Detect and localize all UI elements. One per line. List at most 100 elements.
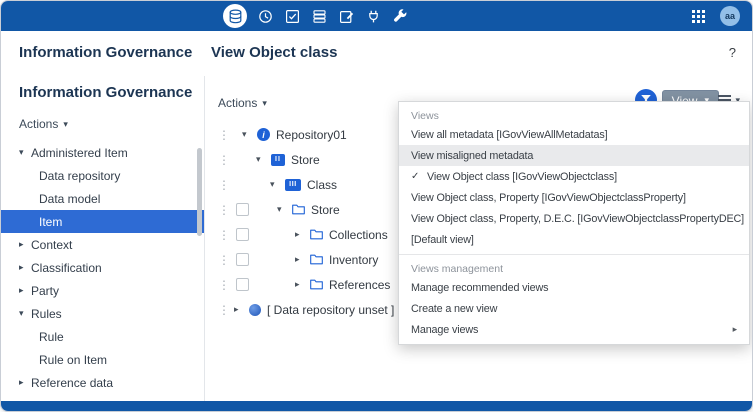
store-type-icon: [271, 154, 285, 166]
drag-handle-icon[interactable]: [218, 179, 232, 191]
drag-handle-icon[interactable]: [218, 154, 232, 166]
sidebar-item-party[interactable]: Party: [1, 279, 204, 302]
sidebar-item-classification[interactable]: Classification: [1, 256, 204, 279]
menu-item-label: View Object class, Property, D.E.C. [IGo…: [411, 213, 744, 225]
tree-node-label: Inventory: [329, 253, 378, 267]
chevron-right-icon[interactable]: [19, 240, 31, 249]
menu-item-create-a-new-view[interactable]: Create a new view: [399, 298, 749, 319]
sidebar-item-reference-data[interactable]: Reference data: [1, 371, 204, 394]
menu-item-label: View misaligned metadata: [411, 150, 533, 162]
help-button[interactable]: ?: [729, 45, 736, 60]
drag-handle-icon[interactable]: [218, 279, 232, 291]
tree-node-label: Collections: [329, 228, 388, 242]
sidebar-item-rules[interactable]: Rules: [1, 302, 204, 325]
check-square-icon[interactable]: [283, 7, 301, 25]
database-catalog-icon[interactable]: [223, 4, 247, 28]
menu-item-label: [Default view]: [411, 234, 474, 246]
app-grid-icon[interactable]: [689, 7, 707, 25]
drag-handle-icon[interactable]: [218, 229, 232, 241]
chevron-down-icon[interactable]: [277, 205, 288, 214]
chevron-down-icon[interactable]: [19, 148, 31, 157]
menu-item-manage-recommended-views[interactable]: Manage recommended views: [399, 277, 749, 298]
folder-icon: [292, 204, 305, 215]
menu-item-label: Manage views: [411, 324, 478, 336]
wrench-icon[interactable]: [391, 7, 409, 25]
avatar[interactable]: aa: [720, 6, 740, 26]
sidebar-nav: Administered Item Data repository Data m…: [1, 141, 204, 394]
edit-square-icon[interactable]: [337, 7, 355, 25]
top-nav-right: aa: [689, 1, 740, 31]
drag-handle-icon[interactable]: [218, 304, 232, 316]
menu-item-manage-views[interactable]: Manage views: [399, 319, 749, 340]
app-window: aa Information Governance View Object cl…: [0, 0, 753, 412]
chevron-down-icon[interactable]: [256, 155, 267, 164]
chevron-down-icon[interactable]: [19, 309, 31, 318]
sidebar-item-administered-item[interactable]: Administered Item: [1, 141, 204, 164]
menu-item-view-all-metadata[interactable]: View all metadata [IGovViewAllMetadatas]: [399, 124, 749, 145]
tree-node-label: [ Data repository unset ]: [267, 303, 394, 317]
tree-node-label: Store: [311, 203, 340, 217]
tree-node-label: Class: [307, 178, 337, 192]
sidebar-item-data-model[interactable]: Data model: [1, 187, 204, 210]
sidebar-item-rule[interactable]: Rule: [1, 325, 204, 348]
sidebar-actions-button[interactable]: Actions: [19, 117, 75, 131]
menu-item-label: Manage recommended views: [411, 282, 548, 294]
sidebar-item-context[interactable]: Context: [1, 233, 204, 256]
page-title: View Object class: [211, 44, 337, 61]
tree-node-label: Store: [291, 153, 320, 167]
sidebar-item-label: Reference data: [31, 376, 113, 390]
chevron-down-icon: [262, 99, 274, 108]
clock-icon[interactable]: [256, 7, 274, 25]
bottom-bar: [1, 401, 752, 411]
sidebar-item-label: Party: [31, 284, 59, 298]
sidebar-item-data-repository[interactable]: Data repository: [1, 164, 204, 187]
sidebar-actions-label: Actions: [19, 117, 58, 131]
sidebar-item-label: Rule on Item: [39, 353, 107, 367]
drag-handle-icon[interactable]: [218, 129, 232, 141]
tree-node-label: References: [329, 278, 390, 292]
stack-icon[interactable]: [310, 7, 328, 25]
drag-handle-icon[interactable]: [218, 204, 232, 216]
menu-item-view-object-class-property-dec[interactable]: View Object class, Property, D.E.C. [IGo…: [399, 208, 749, 229]
plug-icon[interactable]: [364, 7, 382, 25]
chevron-right-icon[interactable]: [19, 263, 31, 272]
chevron-right-icon[interactable]: [295, 280, 306, 289]
menu-item-label: View all metadata [IGovViewAllMetadatas]: [411, 129, 607, 141]
chevron-right-icon[interactable]: [19, 378, 31, 387]
menu-item-default-view[interactable]: [Default view]: [399, 229, 749, 250]
sidebar-item-label: Rules: [31, 307, 62, 321]
sidebar: Information Governance Actions Administe…: [1, 76, 205, 401]
chevron-right-icon[interactable]: [19, 286, 31, 295]
menu-item-label: View Object class [IGovViewObjectclass]: [427, 171, 617, 183]
menu-item-view-object-class[interactable]: View Object class [IGovViewObjectclass]: [399, 166, 749, 187]
menu-item-view-misaligned-metadata[interactable]: View misaligned metadata: [399, 145, 749, 166]
chevron-right-icon[interactable]: [295, 255, 306, 264]
tree-node-label: Repository01: [276, 128, 347, 142]
sidebar-item-label: Data model: [39, 192, 100, 206]
main-actions-button[interactable]: Actions: [218, 96, 274, 110]
chevron-right-icon[interactable]: [295, 230, 306, 239]
chevron-right-icon: [733, 324, 737, 335]
class-type-icon: [285, 179, 301, 191]
chevron-down-icon[interactable]: [242, 130, 253, 139]
sidebar-item-rule-on-item[interactable]: Rule on Item: [1, 348, 204, 371]
row-checkbox[interactable]: [236, 253, 249, 266]
sidebar-item-label: Data repository: [39, 169, 120, 183]
chevron-down-icon[interactable]: [270, 180, 281, 189]
sidebar-item-label: Item: [39, 215, 62, 229]
sidebar-item-item[interactable]: Item: [1, 210, 204, 233]
drag-handle-icon[interactable]: [218, 254, 232, 266]
menu-item-view-object-class-property[interactable]: View Object class, Property [IGovViewObj…: [399, 187, 749, 208]
menu-item-label: Create a new view: [411, 303, 497, 315]
folder-icon: [310, 254, 323, 265]
sidebar-scrollbar[interactable]: [197, 148, 202, 236]
row-checkbox[interactable]: [236, 228, 249, 241]
menu-divider: [399, 254, 749, 255]
sidebar-item-label: Rule: [39, 330, 64, 344]
info-repository-icon: [257, 128, 270, 141]
top-navigation-bar: aa: [1, 1, 752, 31]
row-checkbox[interactable]: [236, 203, 249, 216]
chevron-right-icon[interactable]: [234, 305, 245, 314]
main-actions-label: Actions: [218, 96, 257, 110]
row-checkbox[interactable]: [236, 278, 249, 291]
